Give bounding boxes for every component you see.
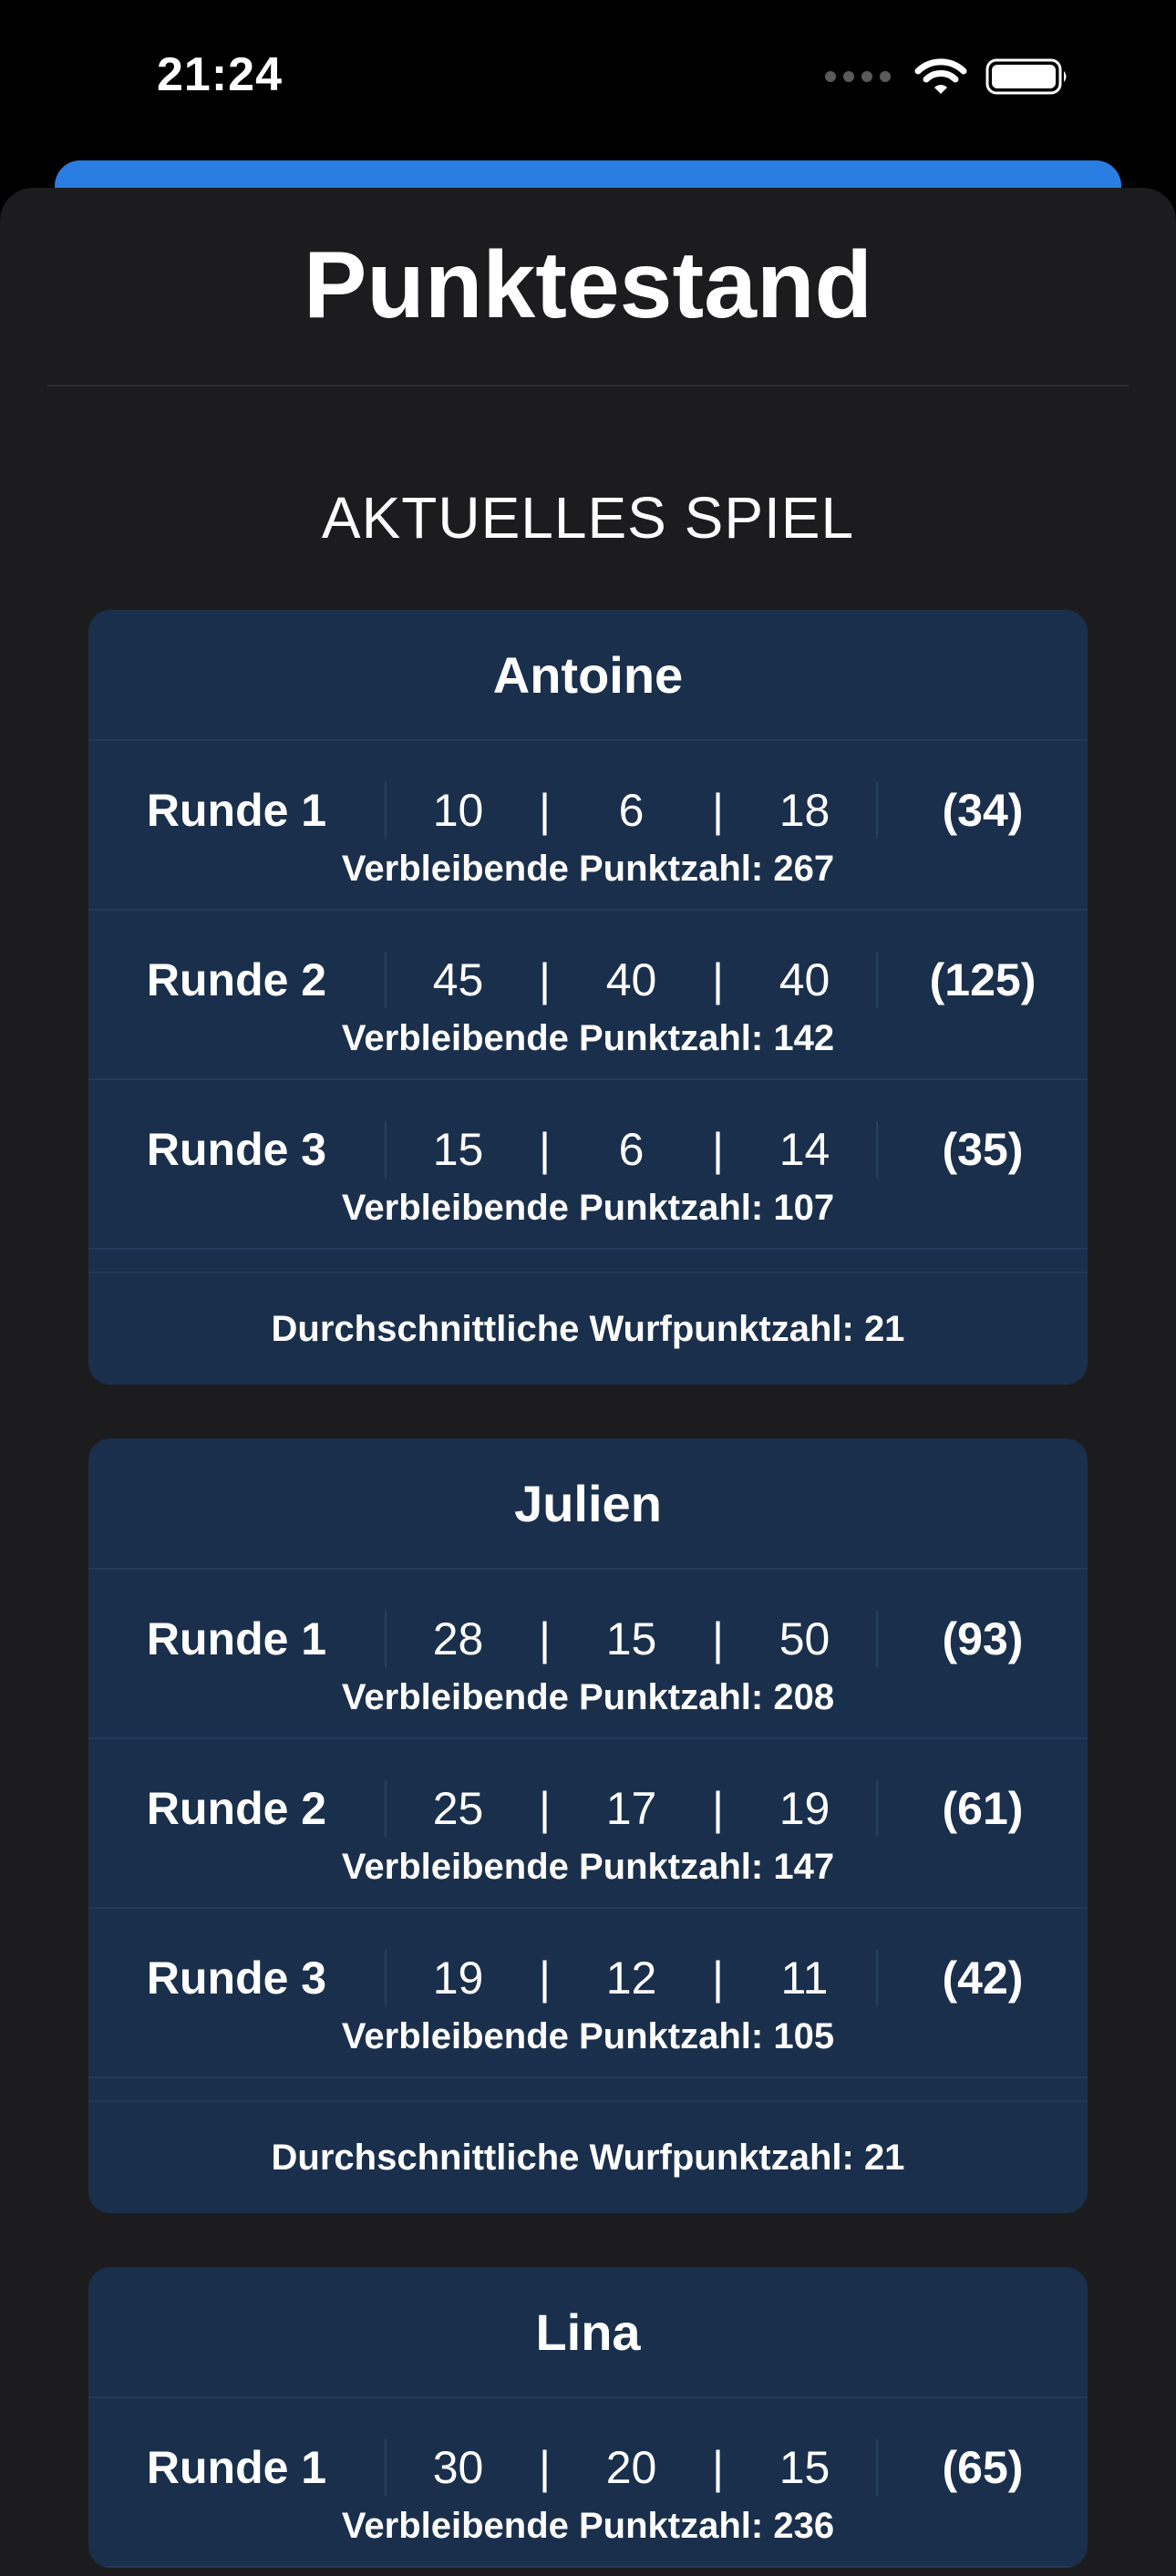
spacer [88,1250,1088,1273]
throws: 15 | 6 | 14 [387,1123,876,1176]
title-divider [47,385,1129,386]
throw-separator: | [712,1953,724,2004]
player-name: Julien [88,1438,1088,1570]
round-row: Runde 2 25 | 17 | 19 (61) Verbleibende P… [88,1739,1088,1909]
throw-separator: | [712,1124,724,1175]
throw-value: 20 [605,2442,657,2493]
remaining-score: Verbleibende Punktzahl: 107 [341,1188,835,1228]
spacer [88,2078,1088,2102]
round-row: Runde 3 15 | 6 | 14 (35) Verbleibende Pu… [88,1080,1088,1250]
throw-value: 15 [779,2442,830,2493]
throw-separator: | [539,1613,551,1664]
throw-value: 10 [432,785,484,836]
throw-value: 28 [432,1613,484,1664]
throw-value: 6 [618,1124,645,1175]
throw-separator: | [539,785,551,836]
average-score: Durchschnittliche Wurfpunktzahl: 21 [271,2137,905,2178]
throw-value: 45 [432,954,484,1005]
round-row: Runde 3 19 | 12 | 11 (42) Verbleibende P… [88,1909,1088,2078]
round-label: Runde 2 [146,954,327,1005]
throw-value: 17 [605,1783,657,1834]
battery-icon [985,58,1067,95]
section-header: AKTUELLES SPIEL [321,485,855,551]
round-label: Runde 3 [146,1953,327,2004]
throw-value: 25 [432,1783,484,1834]
remaining-score: Verbleibende Punktzahl: 236 [341,2506,835,2546]
round-total: (65) [942,2442,1024,2493]
player-card: Lina Runde 1 30 | 20 | 15 (65) Verbleibe… [88,2267,1088,2568]
remaining-score: Verbleibende Punktzahl: 105 [341,2016,835,2056]
player-card: Julien Runde 1 28 | 15 | 50 (93) Verblei… [88,1438,1088,2213]
throw-value: 19 [779,1783,830,1834]
average-score: Durchschnittliche Wurfpunktzahl: 21 [271,1308,905,1349]
throws: 30 | 20 | 15 [387,2441,876,2494]
status-icons [825,57,1071,97]
round-label: Runde 2 [146,1783,327,1834]
round-label: Runde 1 [146,1613,327,1664]
round-total: (61) [942,1783,1024,1834]
throw-value: 19 [432,1953,484,2004]
round-total: (93) [942,1613,1024,1664]
wifi-icon [914,58,967,94]
throws: 10 | 6 | 18 [387,784,876,837]
player-name: Lina [88,2267,1088,2398]
throw-value: 12 [605,1953,657,2004]
round-total: (125) [929,954,1037,1005]
throws: 25 | 17 | 19 [387,1782,876,1835]
scoreboard-sheet[interactable]: Punktestand AKTUELLES SPIEL Antoine Rund… [0,188,1176,2576]
throw-separator: | [712,1783,724,1834]
player-card: Antoine Runde 1 10 | 6 | 18 (34) Verblei… [88,610,1088,1385]
round-total: (35) [942,1124,1024,1175]
throw-value: 11 [780,1953,829,2004]
round-row: Runde 2 45 | 40 | 40 (125) Verbleibende … [88,911,1088,1080]
throw-separator: | [712,2442,724,2493]
throw-separator: | [712,954,724,1005]
throw-separator: | [539,1953,551,2004]
status-bar: 21:24 [0,0,1176,164]
player-name: Antoine [88,610,1088,741]
remaining-score: Verbleibende Punktzahl: 208 [341,1677,835,1717]
page-title: Punktestand [303,232,873,338]
throw-separator: | [539,2442,551,2493]
remaining-score: Verbleibende Punktzahl: 267 [341,849,835,889]
throw-value: 50 [779,1613,830,1664]
throw-separator: | [712,785,724,836]
throw-value: 14 [779,1124,830,1175]
round-label: Runde 1 [146,785,327,836]
round-label: Runde 3 [146,1124,327,1175]
throw-value: 15 [605,1613,657,1664]
round-total: (34) [942,785,1024,836]
throw-value: 40 [605,954,657,1005]
throw-value: 40 [779,954,830,1005]
throws: 28 | 15 | 50 [387,1613,876,1665]
throw-value: 15 [432,1124,484,1175]
round-row: Runde 1 30 | 20 | 15 (65) Verbleibende P… [88,2398,1088,2568]
throw-value: 18 [779,785,830,836]
remaining-score: Verbleibende Punktzahl: 147 [341,1847,835,1887]
throw-value: 6 [618,785,645,836]
round-row: Runde 1 10 | 6 | 18 (34) Verbleibende Pu… [88,741,1088,911]
status-time: 21:24 [157,48,283,101]
round-row: Runde 1 28 | 15 | 50 (93) Verbleibende P… [88,1570,1088,1739]
throw-value: 30 [432,2442,484,2493]
round-label: Runde 1 [146,2442,327,2493]
round-total: (42) [942,1953,1024,2004]
throws: 45 | 40 | 40 [387,953,876,1006]
throws: 19 | 12 | 11 [387,1952,876,2004]
signal-dots-icon [825,71,891,82]
throw-separator: | [539,954,551,1005]
remaining-score: Verbleibende Punktzahl: 142 [341,1018,835,1058]
throw-separator: | [539,1783,551,1834]
throw-separator: | [712,1613,724,1664]
throw-separator: | [539,1124,551,1175]
